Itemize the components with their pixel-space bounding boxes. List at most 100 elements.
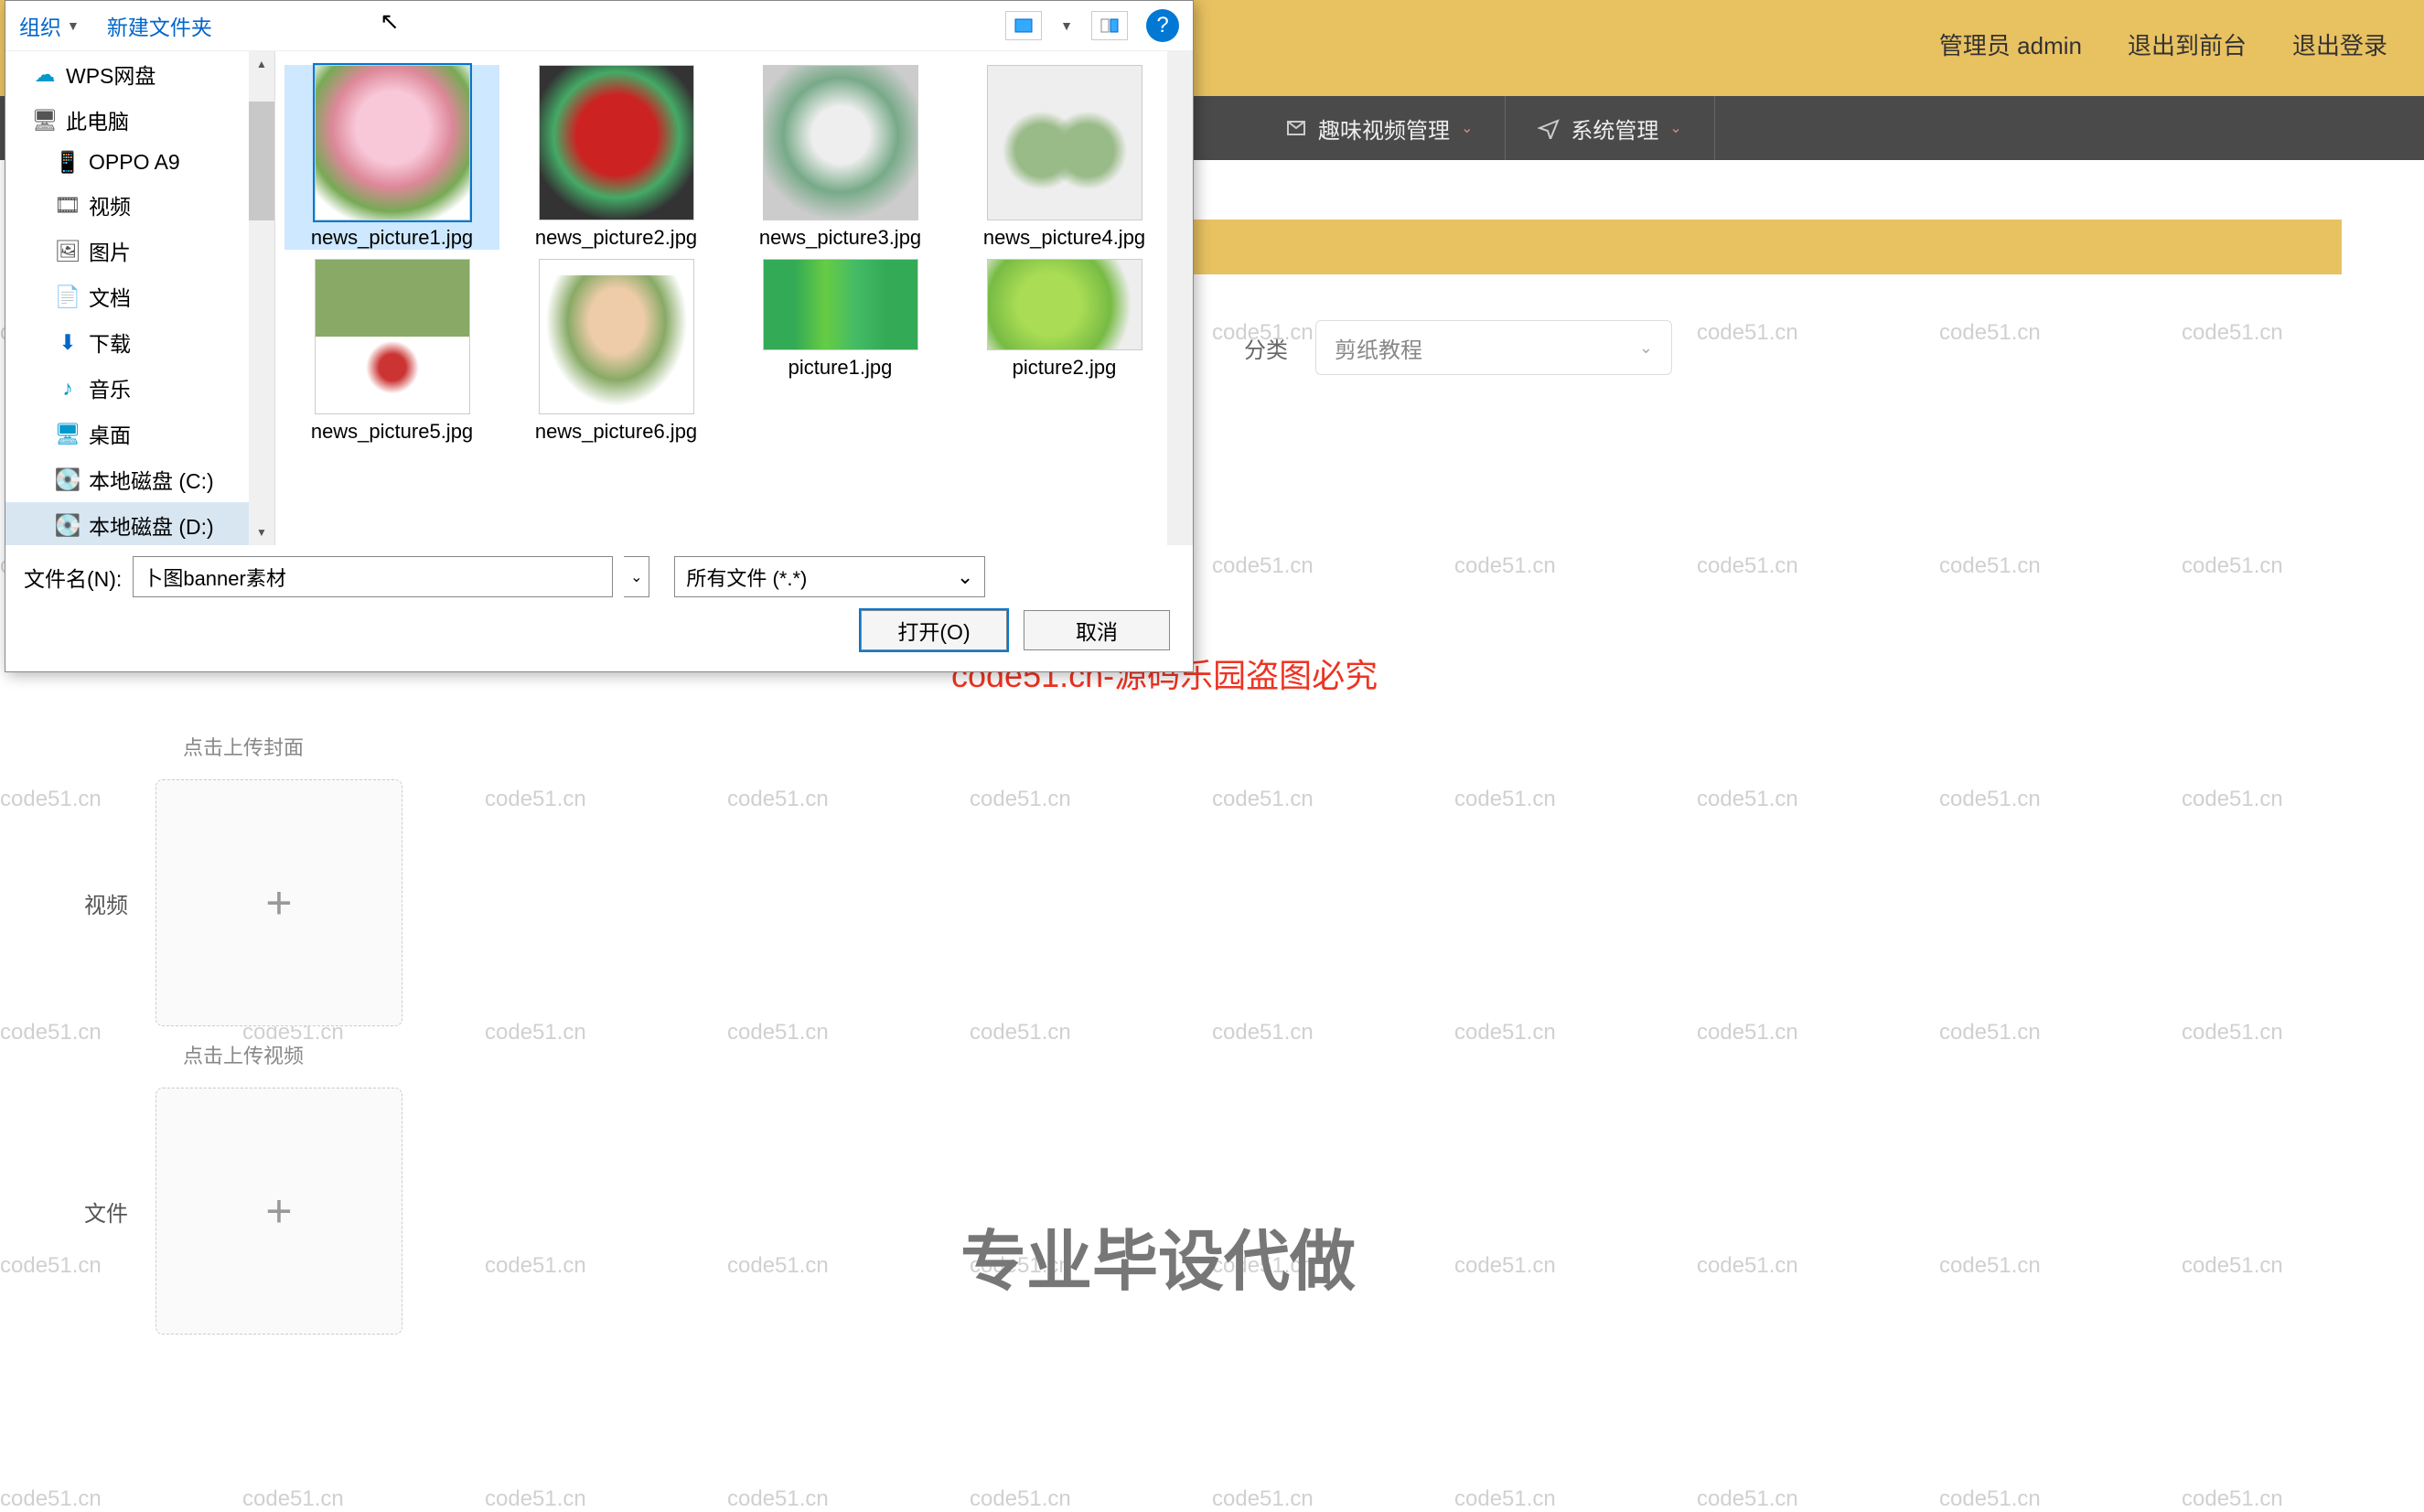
category-label: 分类 bbox=[1244, 332, 1288, 364]
sidebar-item-phone[interactable]: 📱 OPPO A9 bbox=[5, 143, 274, 182]
sidebar-item-label: OPPO A9 bbox=[89, 150, 180, 175]
chevron-down-icon: ⌄ bbox=[1669, 119, 1681, 137]
dialog-bottom: 文件名(N): ⌄ 所有文件 (*.*) ⌄ 打开(O) 取消 bbox=[5, 545, 1193, 661]
plus-icon: + bbox=[265, 1185, 292, 1238]
file-grid: news_picture1.jpg news_picture2.jpg news_p… bbox=[275, 51, 1193, 545]
sidebar-item-label: 本地磁盘 (D:) bbox=[89, 509, 214, 541]
category-select[interactable]: 剪纸教程 ⌄ bbox=[1315, 320, 1672, 375]
nav-video-label: 趣味视频管理 bbox=[1318, 113, 1450, 145]
file-item[interactable]: picture2.jpg bbox=[957, 259, 1172, 444]
sidebar-item-video[interactable]: 🎞 视频 bbox=[5, 182, 274, 228]
category-row: 分类 剪纸教程 ⌄ bbox=[1244, 320, 1672, 375]
dialog-toolbar: 组织 ▼ 新建文件夹 ▼ ? bbox=[5, 1, 1193, 51]
plus-icon: + bbox=[265, 876, 292, 929]
video-hint: 点击上传视频 bbox=[183, 1040, 402, 1069]
video-icon: 🎞 bbox=[56, 193, 80, 217]
file-thumbnail bbox=[987, 65, 1142, 220]
file-name-label: news_picture4.jpg bbox=[983, 226, 1145, 250]
filename-dropdown[interactable]: ⌄ bbox=[624, 556, 649, 597]
file-name-label: news_picture1.jpg bbox=[311, 226, 473, 250]
phone-icon: 📱 bbox=[56, 151, 80, 175]
sidebar-item-image[interactable]: 🖼 图片 bbox=[5, 228, 274, 273]
sidebar-item-disk[interactable]: 💽 本地磁盘 (D:) bbox=[5, 502, 274, 545]
pc-icon: 🖥 bbox=[33, 108, 57, 132]
upload-file-box[interactable]: + bbox=[156, 1088, 402, 1335]
sidebar-item-download[interactable]: ⬇ 下载 bbox=[5, 319, 274, 365]
filename-input[interactable] bbox=[133, 556, 613, 597]
music-icon: ♪ bbox=[56, 376, 80, 400]
sidebar-item-label: 视频 bbox=[89, 189, 131, 220]
sidebar-item-label: 文档 bbox=[89, 281, 131, 312]
sidebar-item-label: 此电脑 bbox=[66, 104, 129, 135]
file-item[interactable]: news_picture2.jpg bbox=[509, 65, 724, 250]
file-item[interactable]: picture1.jpg bbox=[733, 259, 948, 444]
file-item[interactable]: news_picture3.jpg bbox=[733, 65, 948, 250]
cloud-icon: ☁ bbox=[33, 62, 57, 86]
file-thumbnail bbox=[539, 259, 694, 414]
file-thumbnail bbox=[763, 259, 918, 350]
nav-system-mgmt[interactable]: 系统管理 ⌄ bbox=[1506, 96, 1714, 160]
filter-value: 所有文件 (*.*) bbox=[686, 563, 807, 592]
file-name-label: picture2.jpg bbox=[1013, 356, 1117, 380]
sidebar-item-desktop[interactable]: 🖥 桌面 bbox=[5, 411, 274, 456]
sidebar-item-label: 图片 bbox=[89, 235, 131, 266]
file-item[interactable]: news_picture6.jpg bbox=[509, 259, 724, 444]
file-thumbnail bbox=[987, 259, 1142, 350]
file-thumbnail bbox=[315, 65, 470, 220]
download-icon: ⬇ bbox=[56, 330, 80, 354]
help-button[interactable]: ? bbox=[1146, 9, 1179, 42]
video-label: 视频 bbox=[55, 887, 128, 919]
file-name-label: picture1.jpg bbox=[788, 356, 893, 380]
cancel-button[interactable]: 取消 bbox=[1024, 610, 1170, 650]
cover-hint: 点击上传封面 bbox=[183, 732, 402, 761]
upload-video-box[interactable]: + bbox=[156, 779, 402, 1026]
file-open-dialog: 组织 ▼ 新建文件夹 ▼ ? ▲ ▼ ☁WPS网盘 🖥 此电脑 📱 OPPO A9 🎞 视频… bbox=[5, 0, 1194, 672]
sidebar-item-cloud[interactable]: ☁WPS网盘 bbox=[5, 51, 274, 97]
plane-icon bbox=[1538, 117, 1560, 139]
dialog-sidebar: ▲ ▼ ☁WPS网盘 🖥 此电脑 📱 OPPO A9 🎞 视频 🖼 图片 📄 文档 ⬇ 下载 ♪音乐 🖥 桌面… bbox=[5, 51, 275, 545]
chevron-down-icon: ⌄ bbox=[1639, 338, 1653, 358]
image-icon: 🖼 bbox=[56, 239, 80, 263]
filename-label: 文件名(N): bbox=[24, 562, 122, 593]
file-thumbnail bbox=[763, 65, 918, 220]
sidebar-item-doc[interactable]: 📄 文档 bbox=[5, 273, 274, 319]
doc-icon: 📄 bbox=[56, 284, 80, 308]
category-value: 剪纸教程 bbox=[1335, 332, 1422, 364]
sidebar-item-label: 桌面 bbox=[89, 418, 131, 449]
organize-button[interactable]: 组织 ▼ bbox=[19, 10, 80, 41]
sidebar-item-pc[interactable]: 🖥 此电脑 bbox=[5, 97, 274, 143]
front-stage-link[interactable]: 退出到前台 bbox=[2128, 27, 2247, 61]
sidebar-item-label: 下载 bbox=[89, 327, 131, 358]
nav-system-label: 系统管理 bbox=[1571, 113, 1658, 145]
envelope-icon bbox=[1285, 117, 1307, 139]
files-scrollbar[interactable] bbox=[1167, 51, 1193, 545]
sidebar-item-disk[interactable]: 💽 本地磁盘 (C:) bbox=[5, 456, 274, 502]
file-item[interactable]: news_picture1.jpg bbox=[284, 65, 499, 250]
file-name-label: news_picture6.jpg bbox=[535, 420, 697, 444]
disk-icon: 💽 bbox=[56, 467, 80, 491]
admin-link[interactable]: 管理员 admin bbox=[1939, 27, 2082, 61]
file-thumbnail bbox=[539, 65, 694, 220]
file-filter-select[interactable]: 所有文件 (*.*) ⌄ bbox=[674, 556, 985, 597]
view-dropdown-icon[interactable]: ▼ bbox=[1060, 18, 1073, 33]
file-item[interactable]: news_picture4.jpg bbox=[957, 65, 1172, 250]
logout-link[interactable]: 退出登录 bbox=[2292, 27, 2387, 61]
sidebar-item-label: 本地磁盘 (C:) bbox=[89, 464, 214, 495]
disk-icon: 💽 bbox=[56, 513, 80, 537]
new-folder-button[interactable]: 新建文件夹 bbox=[107, 10, 212, 41]
file-name-label: news_picture5.jpg bbox=[311, 420, 473, 444]
desktop-icon: 🖥 bbox=[56, 422, 80, 445]
file-thumbnail bbox=[315, 259, 470, 414]
file-item[interactable]: news_picture5.jpg bbox=[284, 259, 499, 444]
view-mode-button[interactable] bbox=[1005, 11, 1042, 40]
scroll-down-icon[interactable]: ▼ bbox=[249, 520, 274, 545]
scroll-up-icon[interactable]: ▲ bbox=[249, 51, 274, 77]
scrollbar-thumb[interactable] bbox=[249, 102, 274, 220]
big-promo-text: 专业毕设代做 bbox=[960, 1207, 1356, 1303]
file-label: 文件 bbox=[55, 1196, 128, 1228]
file-name-label: news_picture3.jpg bbox=[759, 226, 921, 250]
preview-pane-button[interactable] bbox=[1091, 11, 1128, 40]
open-button[interactable]: 打开(O) bbox=[861, 610, 1007, 650]
nav-video-mgmt[interactable]: 趣味视频管理 ⌄ bbox=[1253, 96, 1506, 160]
sidebar-item-music[interactable]: ♪音乐 bbox=[5, 365, 274, 411]
